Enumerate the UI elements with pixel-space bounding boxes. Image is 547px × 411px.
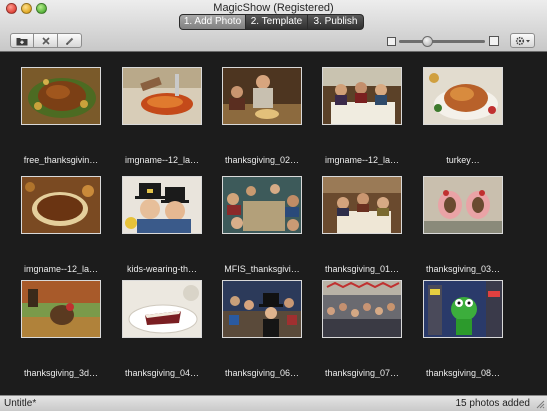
photo-thumbnail[interactable]: [423, 176, 503, 234]
folder-add-icon: [16, 37, 28, 45]
status-bar: Untitle* 15 photos added: [0, 395, 547, 411]
tab-add-photo[interactable]: 1. Add Photo: [179, 14, 246, 30]
photo-caption: free_thanksgivin…: [23, 155, 99, 165]
large-thumbnail-icon[interactable]: [489, 36, 499, 46]
photo-grid: free_thanksgivin… imgname--12_la… thanks…: [0, 53, 547, 395]
photo-thumbnail[interactable]: [21, 280, 101, 338]
photo-tools: [10, 33, 82, 48]
gear-icon: [515, 36, 530, 45]
photo-thumbnail[interactable]: [322, 176, 402, 234]
photo-caption: imgname--12_la…: [324, 155, 400, 165]
photo-caption: MFIS_thanksgivi…: [224, 264, 300, 274]
photo-thumbnail[interactable]: [322, 280, 402, 338]
thumbnail-size-slider-knob[interactable]: [421, 36, 433, 47]
photo-caption: thanksgiving_08…: [425, 368, 501, 378]
photo-thumbnail[interactable]: [222, 67, 302, 125]
photo-caption: kids-wearing-th…: [126, 264, 198, 274]
small-thumbnail-icon[interactable]: [387, 37, 396, 46]
step-tabs: 1. Add Photo 2. Template 3. Publish: [179, 14, 364, 30]
edit-photo-button[interactable]: [58, 33, 82, 48]
photo-thumbnail[interactable]: [122, 67, 202, 125]
photo-caption: thanksgiving_03…: [425, 264, 501, 274]
photo-caption: thanksgiving_04…: [124, 368, 200, 378]
photo-thumbnail[interactable]: [423, 280, 503, 338]
photo-thumbnail[interactable]: [423, 67, 503, 125]
document-name: Untitle*: [4, 398, 37, 409]
delete-x-icon: [41, 36, 50, 45]
tab-publish[interactable]: 3. Publish: [308, 14, 364, 30]
photo-caption: turkey…: [446, 155, 480, 165]
photo-thumbnail[interactable]: [122, 280, 202, 338]
photo-caption: imgname--12_la…: [124, 155, 200, 165]
magicshow-window: MagicShow (Registered) 1. Add Photo 2. T…: [0, 0, 547, 411]
tab-template[interactable]: 2. Template: [246, 14, 308, 30]
photo-caption: imgname--12_la…: [23, 264, 99, 274]
photo-caption: thanksgiving_3d…: [23, 368, 99, 378]
settings-menu-button[interactable]: [510, 33, 535, 48]
photo-caption: thanksgiving_01…: [324, 264, 400, 274]
title-toolbar: MagicShow (Registered) 1. Add Photo 2. T…: [0, 0, 547, 52]
photo-count: 15 photos added: [455, 398, 530, 409]
window-title: MagicShow (Registered): [213, 2, 334, 14]
add-folder-button[interactable]: [10, 33, 34, 48]
photo-caption: thanksgiving_06…: [224, 368, 300, 378]
photo-caption: thanksgiving_07…: [324, 368, 400, 378]
photo-thumbnail[interactable]: [222, 176, 302, 234]
thumbnail-size-slider[interactable]: [399, 40, 485, 43]
remove-photo-button[interactable]: [34, 33, 58, 48]
photo-thumbnail[interactable]: [21, 67, 101, 125]
photo-thumbnail[interactable]: [21, 176, 101, 234]
photo-thumbnail[interactable]: [222, 280, 302, 338]
photo-thumbnail[interactable]: [122, 176, 202, 234]
edit-pencil-icon: [65, 37, 73, 45]
photo-thumbnail[interactable]: [322, 67, 402, 125]
resize-grip-icon[interactable]: [534, 398, 545, 409]
photo-caption: thanksgiving_02…: [224, 155, 300, 165]
